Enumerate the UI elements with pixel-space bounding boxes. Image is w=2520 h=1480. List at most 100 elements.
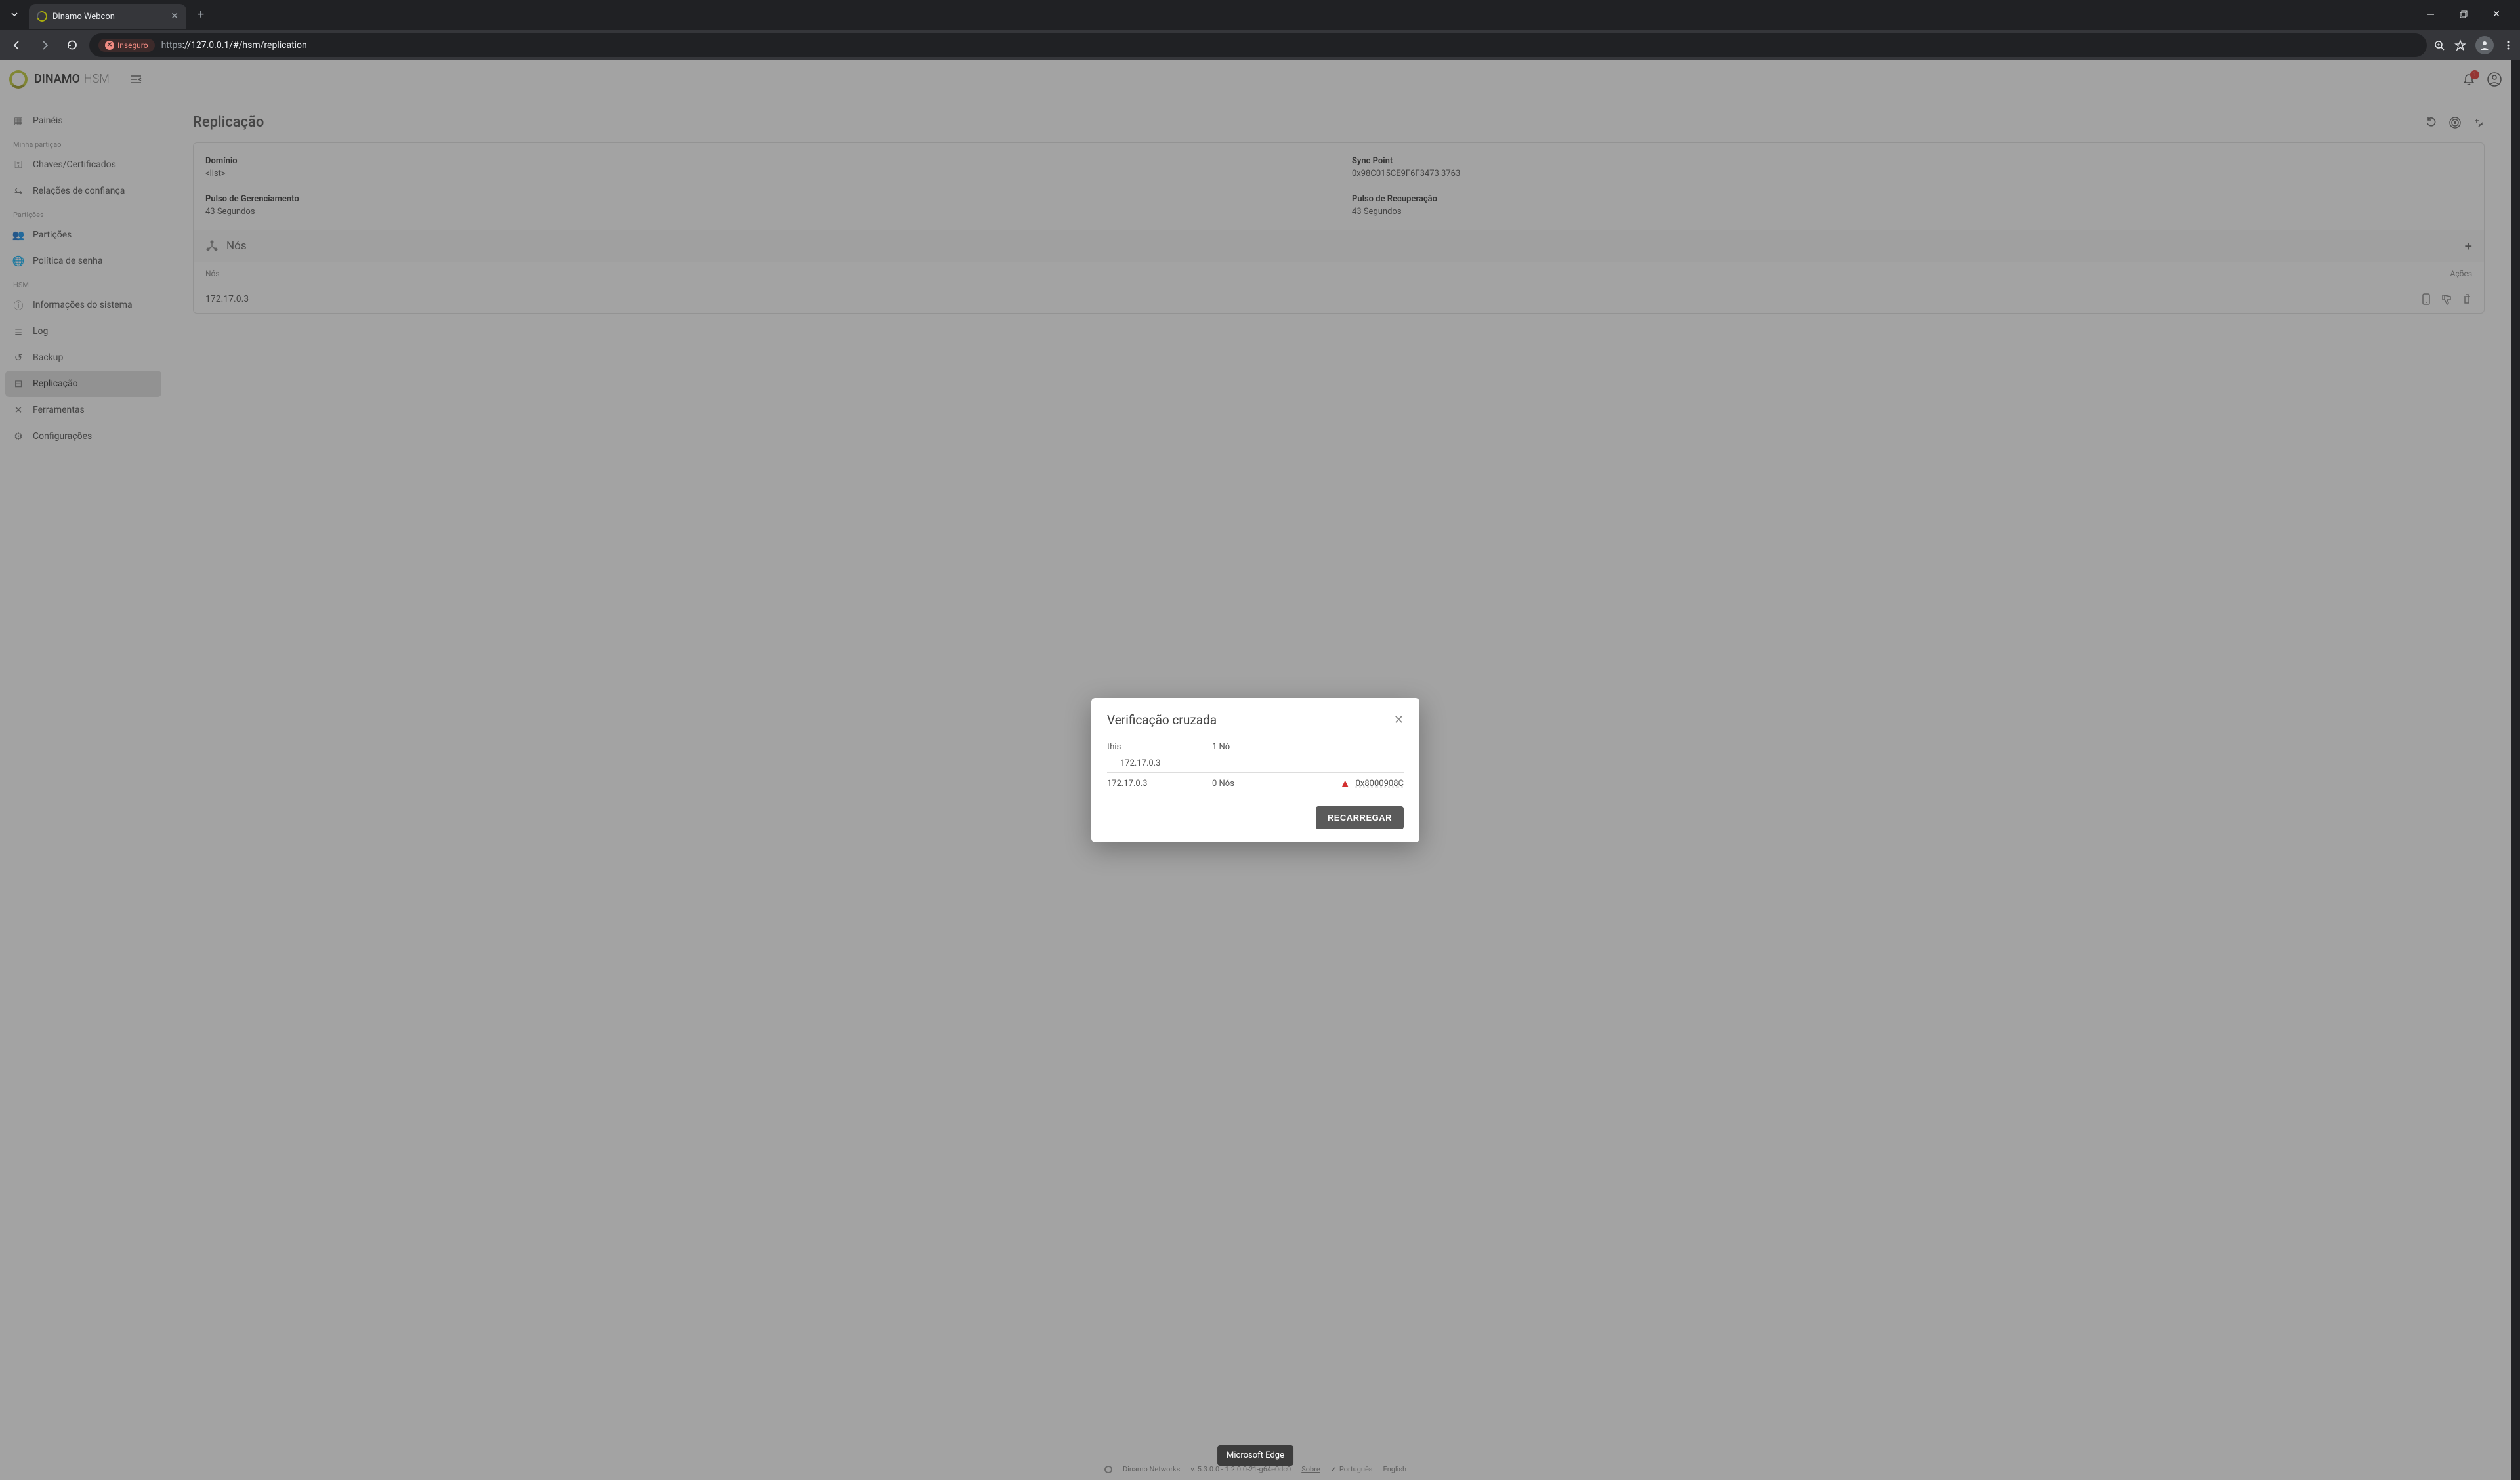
new-tab-button[interactable]: + [192,5,210,24]
minimize-button[interactable] [2420,4,2441,25]
cross-check-modal: Verificação cruzada ✕ this 1 Nó 172.17.0… [1091,698,1419,842]
favicon-icon [35,10,49,24]
error-code[interactable]: 0x8000908C [1356,779,1404,789]
th-nodes: Nós [205,269,2450,278]
insecure-label: Inseguro [117,41,148,50]
lang-en[interactable]: English [1383,1465,1406,1473]
add-node-button[interactable]: + [2465,238,2472,254]
modal-close-button[interactable]: ✕ [1394,713,1404,727]
gear-icon: ⚙ [13,431,24,442]
address-bar[interactable]: ✕ Inseguro https://127.0.0.1/#/hsm/repli… [89,33,2427,57]
sidebar-item-relacoes[interactable]: ⇆Relações de confiança [5,178,161,204]
notification-badge: 1 [2470,70,2479,79]
page-title: Replicação [193,114,264,131]
insecure-x-icon: ✕ [105,41,114,50]
check-error: ▲ 0x8000908C [1291,777,1404,790]
sidebar-section-hsm: HSM [5,274,161,292]
check-host: 172.17.0.3 [1107,779,1212,789]
node-ip: 172.17.0.3 [205,294,249,304]
check-host: this [1107,742,1212,752]
profile-button[interactable] [2475,36,2494,54]
refresh-action[interactable] [2426,117,2437,129]
pulse-mgmt-value: 43 Segundos [205,207,1326,216]
sidebar-section-my-partition: Minha partição [5,134,161,152]
user-menu-button[interactable] [2487,72,2502,87]
sidebar-label: Configurações [33,431,92,442]
tab-close-button[interactable]: ✕ [171,11,178,22]
sidebar-label: Replicação [33,379,78,389]
footer-version: v. 5.3.0.0 - 1.2.0.0-21-g64e0dc0 [1190,1465,1291,1473]
sidebar-item-politica[interactable]: 🌐Política de senha [5,248,161,274]
chevron-down-icon [10,10,18,18]
sidebar-item-paineis[interactable]: ▦Painéis [5,108,161,134]
maximize-button[interactable] [2453,4,2474,25]
clock-icon: ↺ [13,352,24,363]
pulse-rec-label: Pulso de Recuperação [1352,194,2472,204]
check-row-this: this 1 Nó [1107,738,1404,756]
sync-action[interactable] [2473,117,2485,129]
sidebar-item-particoes[interactable]: 👥 Partições [5,222,161,248]
taskbar-tooltip: Microsoft Edge [1217,1445,1293,1466]
check-row-ip: 172.17.0.3 0 Nós ▲ 0x8000908C [1107,773,1404,794]
close-window-button[interactable]: ✕ [2486,4,2507,25]
row-actions [2421,293,2472,305]
sidebar-collapse-button[interactable] [129,74,142,85]
warning-icon: ▲ [1340,777,1351,790]
forward-button[interactable] [34,35,55,56]
tab-strip: Dinamo Webcon ✕ + ✕ [0,0,2520,29]
node-delete-action[interactable] [2462,293,2472,305]
node-dislike-action[interactable] [2441,293,2452,305]
check-sub-ip: 172.17.0.3 [1107,756,1404,772]
browser-menu-button[interactable] [2503,40,2513,51]
syncpoint-value: 0x98C015CE9F6F3473 3763 [1352,169,2472,178]
pulse-rec-value: 43 Segundos [1352,207,2472,216]
sidebar-item-backup[interactable]: ↺ Backup [5,344,161,371]
tab-search-dropdown[interactable] [5,5,24,24]
node-row: 172.17.0.3 [194,285,2484,313]
reload-button[interactable]: RECARREGAR [1316,806,1404,829]
sidebar-label: Ferramentas [33,405,85,415]
reload-button[interactable] [62,35,83,56]
sidebar-item-config[interactable]: ⚙ Configurações [5,423,161,449]
brand-name: DINAMO [34,72,80,86]
browser-tab[interactable]: Dinamo Webcon ✕ [29,4,186,29]
info-icon: ⓘ [13,300,24,310]
sidebar-item-info[interactable]: ⓘ Informações do sistema [5,292,161,318]
sidebar-item-log[interactable]: ≣Log [5,318,161,344]
modal-title: Verificação cruzada [1107,712,1217,728]
sidebar-item-ferramentas[interactable]: ✕Ferramentas [5,397,161,423]
toolbar-right [2433,36,2513,54]
bookmark-icon[interactable] [2454,39,2466,51]
domain-label: Domínio [205,156,1326,166]
insecure-badge[interactable]: ✕ Inseguro [98,39,155,52]
people-icon: 👥 [13,230,24,240]
info-pulse-rec: Pulso de Recuperação 43 Segundos [1352,194,2472,216]
sidebar-label: Partições [33,230,72,240]
modal-title-row: Verificação cruzada ✕ [1107,712,1404,728]
footer-about-link[interactable]: Sobre [1301,1465,1320,1473]
app-root: DINAMO HSM 1 ▦Painéis Minha partição ⚿Ch… [0,60,2511,1480]
modal-footer: RECARREGAR [1107,806,1404,829]
app-header: DINAMO HSM 1 [0,60,2511,98]
brand-sub: HSM [84,72,110,86]
hub-icon [205,239,219,253]
sidebar-label: Backup [33,352,63,363]
broadcast-action[interactable] [2449,117,2461,129]
check-count: 1 Nó [1212,742,1291,752]
info-card: Domínio <list> Sync Point 0x98C015CE9F6F… [193,142,2485,314]
notifications-button[interactable]: 1 [2462,73,2475,86]
info-syncpoint: Sync Point 0x98C015CE9F6F3473 3763 [1352,156,2472,178]
check-count: 0 Nós [1212,779,1291,789]
domain-value: <list> [205,169,1326,178]
sidebar-item-replicacao[interactable]: ⊟Replicação [5,371,161,397]
nodes-table-head: Nós Ações [194,262,2484,285]
node-detail-action[interactable] [2421,293,2431,305]
sidebar-item-chaves[interactable]: ⚿Chaves/Certificados [5,152,161,178]
sidebar-label: Informações do sistema [33,300,133,310]
back-button[interactable] [7,35,28,56]
title-actions [2426,117,2485,129]
key-icon: ⚿ [13,159,24,170]
lang-pt[interactable]: ✓Português [1331,1465,1373,1473]
sidebar-label: Painéis [33,115,63,126]
zoom-icon[interactable] [2433,39,2445,51]
